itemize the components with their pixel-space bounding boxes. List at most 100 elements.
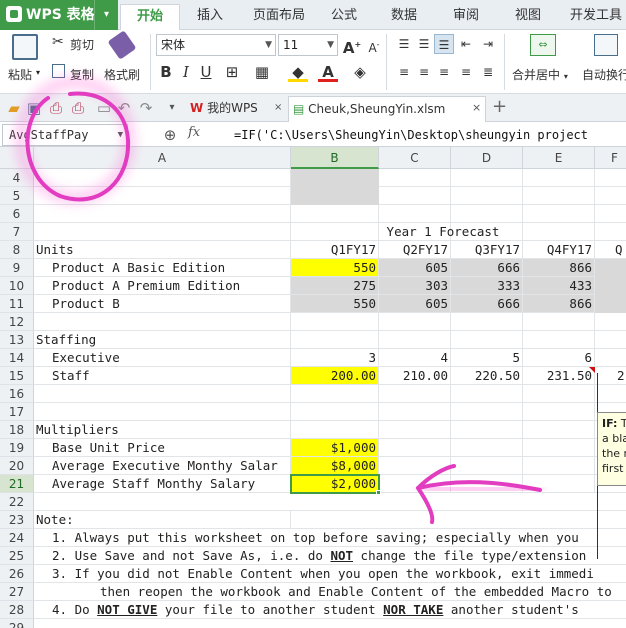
row-header[interactable]: 23 — [0, 511, 34, 529]
app-menu-dropdown-icon[interactable]: ▾ — [94, 0, 118, 30]
copy-button[interactable]: 复制 — [70, 66, 94, 83]
align-bottom-icon[interactable]: ☰ — [434, 34, 454, 54]
base-unit-price-label[interactable]: Base Unit Price — [34, 439, 291, 457]
indent-decrease-icon[interactable]: ⇤ — [456, 34, 476, 54]
clear-format-icon[interactable]: ◈ — [350, 62, 370, 82]
formula-input[interactable]: =IF('C:\Users\SheungYin\Desktop\sheungyi… — [228, 124, 626, 146]
tab-view[interactable]: 视图 — [506, 4, 550, 30]
staff-label[interactable]: Staff — [34, 367, 291, 385]
row-header[interactable]: 18 — [0, 421, 34, 439]
row-header[interactable]: 5 — [0, 187, 34, 205]
row-header[interactable]: 10 — [0, 277, 34, 295]
executive-label[interactable]: Executive — [34, 349, 291, 367]
paste-button[interactable]: 粘贴 — [8, 66, 32, 83]
staff-q3[interactable]: 220.50 — [451, 367, 523, 385]
tab-formulas[interactable]: 公式 — [322, 4, 366, 30]
base-unit-price-value[interactable]: $1,000 — [291, 439, 379, 457]
close-tab-icon[interactable]: × — [472, 101, 481, 114]
insert-function-icon[interactable]: fx — [188, 125, 200, 140]
merge-center-icon[interactable]: ⇔ — [530, 34, 556, 56]
redo-icon[interactable]: ↷ — [136, 98, 156, 118]
note-3-continued[interactable]: then reopen the workbook and Enable Cont… — [34, 583, 626, 601]
row-header[interactable]: 16 — [0, 385, 34, 403]
borders-icon[interactable]: ⊞ — [222, 62, 242, 82]
open-folder-icon[interactable]: ▰ — [4, 98, 24, 118]
column-header-b[interactable]: B — [291, 147, 379, 169]
column-header-a[interactable]: A — [34, 147, 291, 169]
note-label[interactable]: Note: — [34, 511, 291, 529]
quarter-header[interactable]: Q1FY17 — [291, 241, 379, 259]
product-b-q1[interactable]: 550 — [291, 295, 379, 313]
tab-developer[interactable]: 开发工具 — [566, 4, 626, 30]
row-header[interactable]: 13 — [0, 331, 34, 349]
column-header-c[interactable]: C — [379, 147, 451, 169]
note-4[interactable]: 4. Do NOT GIVE your file to another stud… — [34, 601, 626, 619]
units-label[interactable]: Units — [34, 241, 291, 259]
paste-icon[interactable] — [12, 34, 38, 60]
row-header[interactable]: 19 — [0, 439, 34, 457]
row-header[interactable]: 26 — [0, 565, 34, 583]
save-icon[interactable]: ▣ — [24, 98, 44, 118]
copy-icon[interactable] — [52, 64, 65, 78]
print-setup-icon[interactable]: ▭ — [94, 98, 114, 118]
product-a-premium-q1[interactable]: 275 — [291, 277, 379, 295]
product-a-premium-q4[interactable]: 433 — [523, 277, 595, 295]
align-left-icon[interactable]: ≡ — [394, 62, 414, 82]
paste-dropdown-icon[interactable]: ▾ — [36, 68, 40, 77]
zoom-search-icon[interactable]: ⊕ — [160, 125, 180, 145]
row-header[interactable]: 8 — [0, 241, 34, 259]
row-header[interactable]: 14 — [0, 349, 34, 367]
row-header[interactable]: 21 — [0, 475, 34, 493]
increase-font-icon[interactable]: A+ — [342, 35, 362, 57]
product-a-premium-q2[interactable]: 303 — [379, 277, 451, 295]
executive-q3[interactable]: 5 — [451, 349, 523, 367]
select-all-corner[interactable] — [0, 147, 34, 169]
align-right-icon[interactable]: ≡ — [434, 62, 454, 82]
avg-exec-salary-value[interactable]: $8,000 — [291, 457, 379, 475]
tab-review[interactable]: 审阅 — [444, 4, 488, 30]
tab-home[interactable]: 开始 — [120, 4, 180, 30]
scissors-icon[interactable]: ✂ — [52, 34, 64, 50]
fill-color-icon[interactable]: ◆ — [288, 62, 308, 82]
staff-q4[interactable]: 231.50 — [523, 367, 595, 385]
product-a-basic-q1[interactable]: 550 — [291, 259, 379, 277]
quarter-header[interactable]: Q4FY17 — [523, 241, 595, 259]
column-header-e[interactable]: E — [523, 147, 595, 169]
format-painter-icon[interactable] — [107, 30, 137, 60]
tab-data[interactable]: 数据 — [382, 4, 426, 30]
quarter-header[interactable]: Q3FY17 — [451, 241, 523, 259]
product-b-q3[interactable]: 666 — [451, 295, 523, 313]
avg-exec-salary-label[interactable]: Average Executive Monthy Salar — [34, 457, 291, 475]
executive-q2[interactable]: 4 — [379, 349, 451, 367]
indent-increase-icon[interactable]: ⇥ — [478, 34, 498, 54]
comment-indicator-icon[interactable] — [589, 367, 595, 373]
quarter-header[interactable]: Q2FY17 — [379, 241, 451, 259]
format-painter-button[interactable]: 格式刷 — [104, 66, 140, 83]
product-a-basic-q2[interactable]: 605 — [379, 259, 451, 277]
doc-tab-my-wps[interactable]: W 我的WPS — [186, 96, 286, 122]
row-header[interactable]: 12 — [0, 313, 34, 331]
staff-q2[interactable]: 210.00 — [379, 367, 451, 385]
row-header[interactable]: 11 — [0, 295, 34, 313]
cut-button[interactable]: 剪切 — [70, 36, 94, 53]
cell-fill-pattern-icon[interactable]: ▦ — [252, 62, 272, 82]
note-3[interactable]: 3. If you did not Enable Content when yo… — [34, 565, 626, 583]
decrease-font-icon[interactable]: A- — [364, 35, 384, 55]
row-header[interactable]: 25 — [0, 547, 34, 565]
staffing-label[interactable]: Staffing — [34, 331, 291, 349]
executive-q1[interactable]: 3 — [291, 349, 379, 367]
avg-staff-salary-label[interactable]: Average Staff Monthy Salary — [34, 475, 291, 493]
doc-tab-workbook[interactable]: ▤ Cheuk,SheungYin.xlsm — [288, 96, 486, 122]
print-preview-icon[interactable]: ⎙ — [46, 98, 66, 118]
name-box[interactable]: AvgStaffPay ▼ — [2, 124, 128, 146]
font-name-select[interactable]: 宋体 ▼ — [156, 34, 276, 56]
italic-icon[interactable]: I — [176, 62, 196, 82]
column-header-f[interactable]: F — [595, 147, 626, 169]
align-top-icon[interactable]: ☰ — [394, 34, 414, 54]
print-icon[interactable]: ⎙ — [68, 98, 88, 118]
note-1[interactable]: 1. Always put this worksheet on top befo… — [34, 529, 626, 547]
executive-q4[interactable]: 6 — [523, 349, 595, 367]
underline-icon[interactable]: U — [196, 62, 216, 82]
distributed-icon[interactable]: ≣ — [478, 62, 498, 82]
row-header[interactable]: 29 — [0, 619, 34, 628]
